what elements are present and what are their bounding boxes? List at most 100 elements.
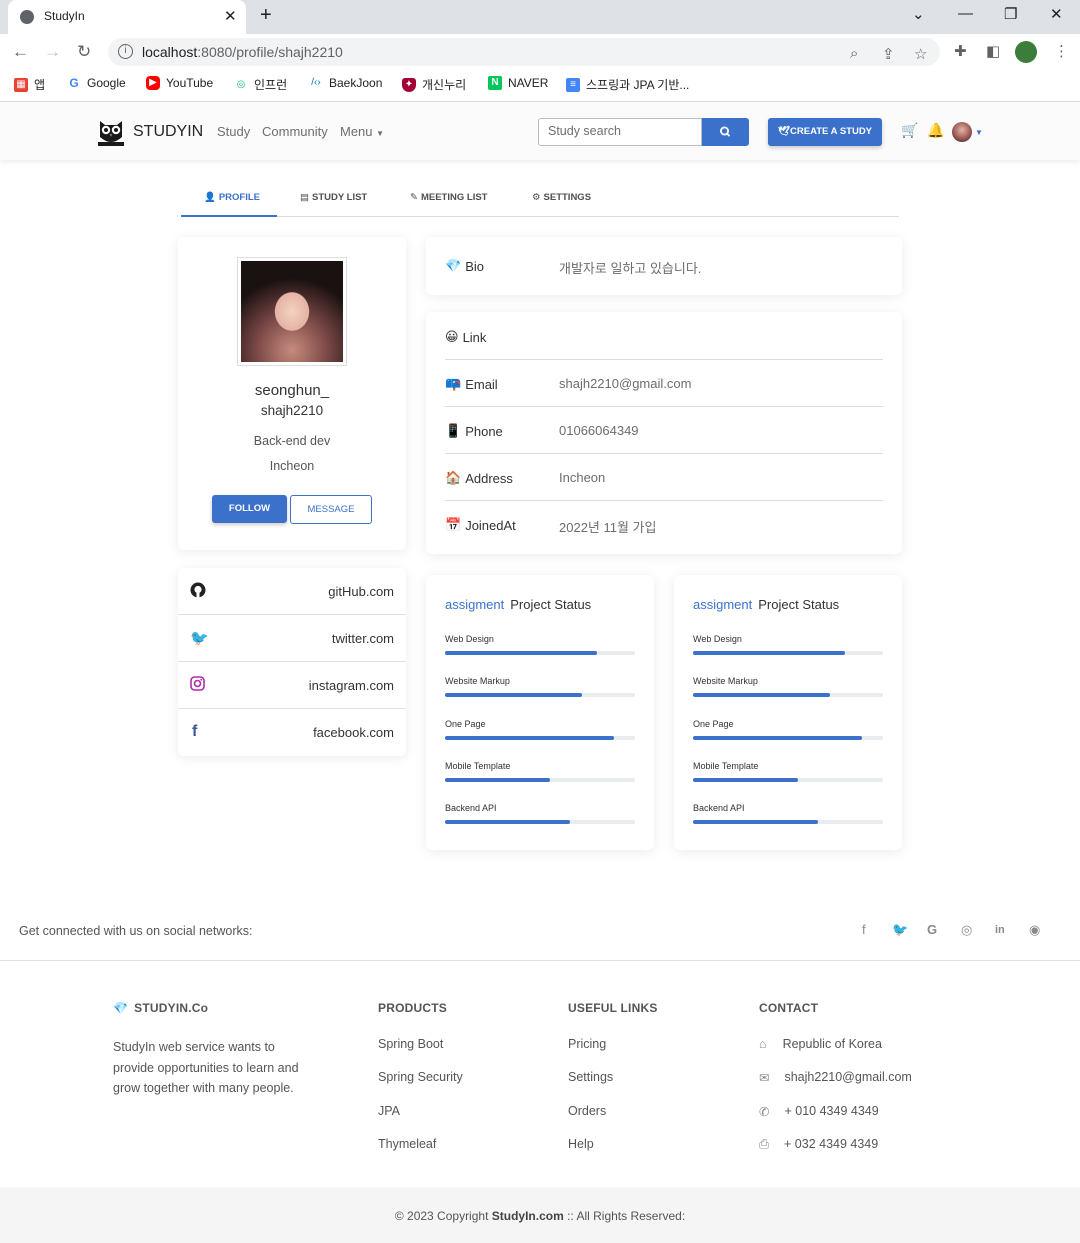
profile-photo bbox=[237, 257, 347, 366]
restore-icon[interactable]: ❐ bbox=[1004, 5, 1017, 23]
social-label: twitter.com bbox=[331, 631, 394, 646]
footer-link-help[interactable]: Help bbox=[568, 1137, 594, 1151]
linkedin-icon[interactable]: in bbox=[995, 924, 1005, 936]
progress-label: Mobile Template bbox=[445, 760, 511, 771]
facebook-icon[interactable]: f bbox=[862, 922, 866, 937]
bookmark-baekjoon[interactable]: /‹› BaekJoon bbox=[309, 76, 382, 90]
create-study-button[interactable]: 🕊CREATE A STUDY bbox=[768, 118, 882, 146]
forward-icon[interactable]: → bbox=[44, 42, 61, 62]
progress-bar bbox=[693, 820, 883, 825]
progress-fill bbox=[445, 735, 615, 740]
copyright-brand-link[interactable]: StudyIn.com bbox=[492, 1209, 564, 1223]
brand-name[interactable]: STUDYIN bbox=[133, 123, 203, 141]
reload-icon[interactable]: ↻ bbox=[77, 42, 91, 62]
bookmark-inflearn[interactable]: ◎ 인프런 bbox=[234, 76, 287, 93]
bookmark-gaesin[interactable]: ✦ 개신누리 bbox=[402, 76, 466, 93]
progress-fill bbox=[445, 777, 550, 782]
profile-username: shajh2210 bbox=[260, 403, 324, 418]
social-row-instagram[interactable]: instagram.com bbox=[178, 662, 406, 709]
footer-link-orders[interactable]: Orders bbox=[568, 1104, 606, 1118]
close-tab-icon[interactable]: ✕ bbox=[224, 7, 237, 25]
progress-bar bbox=[445, 777, 635, 782]
gears-icon: ⚙ bbox=[532, 192, 541, 203]
gem-icon: 💎 bbox=[445, 258, 462, 273]
instagram-icon[interactable]: ◎ bbox=[961, 922, 972, 938]
share-icon[interactable]: ⇪ bbox=[882, 45, 895, 63]
back-icon[interactable]: ← bbox=[12, 42, 29, 62]
progress-label: One Page bbox=[693, 718, 734, 729]
footer-contact-phone: ✆ + 010 4349 4349 bbox=[759, 1104, 879, 1119]
footer-contact-title: CONTACT bbox=[759, 1001, 819, 1015]
new-tab-button[interactable]: + bbox=[260, 4, 272, 27]
bell-icon[interactable]: 🔔 bbox=[927, 122, 944, 139]
follow-button[interactable]: FOLLOW bbox=[212, 495, 287, 523]
tab-search-icon[interactable]: ⌄ bbox=[912, 5, 925, 23]
url-field[interactable]: i localhost:8080/profile/shajh2210 ⌕ ⇪ ☆ bbox=[108, 38, 940, 66]
social-links-card: gitHub.com 🐦 twitter.com instagram.com f… bbox=[178, 568, 406, 756]
browser-menu-icon[interactable]: ⋮ bbox=[1054, 42, 1069, 60]
search-button[interactable] bbox=[702, 118, 749, 146]
zoom-icon[interactable]: ⌕ bbox=[850, 45, 858, 62]
social-row-github[interactable]: gitHub.com bbox=[178, 568, 406, 615]
search-input[interactable]: Study search bbox=[538, 118, 702, 146]
progress-fill bbox=[445, 820, 571, 825]
social-row-twitter[interactable]: 🐦 twitter.com bbox=[178, 615, 406, 662]
bookmark-star-icon[interactable]: ☆ bbox=[914, 45, 927, 63]
user-avatar[interactable] bbox=[952, 122, 972, 142]
instagram-icon bbox=[190, 676, 205, 691]
search-icon bbox=[719, 126, 731, 137]
message-button[interactable]: MESSAGE bbox=[290, 495, 372, 524]
mailbox-icon: 📪 bbox=[445, 376, 462, 391]
footer-link-spring-boot[interactable]: Spring Boot bbox=[378, 1037, 443, 1051]
sidepanel-icon[interactable]: ◧ bbox=[986, 42, 1000, 60]
bookmark-google[interactable]: G Google bbox=[67, 76, 126, 90]
tab-active-indicator bbox=[181, 215, 277, 217]
site-info-icon[interactable]: i bbox=[118, 44, 133, 59]
info-value: 01066064349 bbox=[559, 423, 639, 438]
social-label: facebook.com bbox=[313, 725, 394, 740]
tab-title: StudyIn bbox=[44, 9, 85, 23]
copyright-text: © 2023 Copyright bbox=[394, 1209, 492, 1223]
progress-bar bbox=[693, 735, 883, 740]
info-value: shajh2210@gmail.com bbox=[559, 376, 692, 391]
status-accent: assigment bbox=[693, 597, 753, 612]
cart-icon[interactable]: 🛒 bbox=[901, 122, 918, 139]
nav-link-community[interactable]: Community bbox=[262, 124, 328, 139]
tab-study-list[interactable]: ▤ STUDY LIST bbox=[300, 192, 367, 203]
footer-link-jpa[interactable]: JPA bbox=[378, 1104, 400, 1118]
browser-tab[interactable]: StudyIn ✕ bbox=[8, 0, 246, 34]
bookmark-apps[interactable]: ▦ 앱 bbox=[14, 76, 45, 93]
extensions-icon[interactable]: ✚ bbox=[954, 42, 967, 60]
footer-link-thymeleaf[interactable]: Thymeleaf bbox=[378, 1137, 436, 1151]
progress-fill bbox=[693, 693, 830, 698]
bookmark-spring-jpa[interactable]: ≡ 스프링과 JPA 기반... bbox=[566, 76, 689, 93]
caret-down-icon[interactable]: ▼ bbox=[975, 128, 983, 137]
footer-link-pricing[interactable]: Pricing bbox=[568, 1037, 606, 1051]
minimize-icon[interactable]: — bbox=[958, 5, 973, 22]
close-window-icon[interactable]: ✕ bbox=[1050, 5, 1063, 23]
social-row-facebook[interactable]: f facebook.com bbox=[178, 709, 406, 756]
social-label: instagram.com bbox=[308, 678, 394, 693]
info-row-joined: 📅 JoinedAt 2022년 11월 가입 bbox=[445, 501, 883, 548]
tab-meeting-list[interactable]: ✎ MEETING LIST bbox=[410, 192, 487, 203]
twitter-icon[interactable]: 🐦 bbox=[892, 922, 908, 938]
bookmark-youtube[interactable]: ▶ YouTube bbox=[146, 76, 213, 90]
footer-link-spring-security[interactable]: Spring Security bbox=[378, 1070, 463, 1084]
info-row-link: 😀 Link bbox=[445, 313, 883, 360]
profile-avatar-icon[interactable] bbox=[1015, 41, 1037, 63]
progress-fill bbox=[693, 735, 863, 740]
home-icon: ⌂ bbox=[759, 1037, 767, 1051]
progress-fill bbox=[693, 651, 845, 655]
footer-link-settings[interactable]: Settings bbox=[568, 1070, 613, 1084]
nav-link-study[interactable]: Study bbox=[217, 124, 250, 139]
bookmarks-bar: ▦ 앱 G Google ▶ YouTube ◎ 인프런 /‹› BaekJoon ✦ 개신… bbox=[0, 70, 1080, 102]
tab-profile[interactable]: 👤 PROFILE bbox=[204, 192, 260, 203]
footer-contact-fax: ⎙ + 032 4349 4349 bbox=[759, 1137, 879, 1151]
owl-logo-icon[interactable] bbox=[96, 115, 126, 147]
tab-settings[interactable]: ⚙ SETTINGS bbox=[532, 192, 591, 203]
nav-menu-dropdown[interactable]: Menu ▼ bbox=[340, 124, 384, 139]
bookmark-naver[interactable]: N NAVER bbox=[488, 76, 548, 90]
google-icon[interactable]: G bbox=[927, 922, 937, 937]
github-icon[interactable]: ◉ bbox=[1029, 922, 1040, 938]
browser-tabstrip: StudyIn ✕ + ⌄ — ❐ ✕ bbox=[0, 0, 1080, 34]
